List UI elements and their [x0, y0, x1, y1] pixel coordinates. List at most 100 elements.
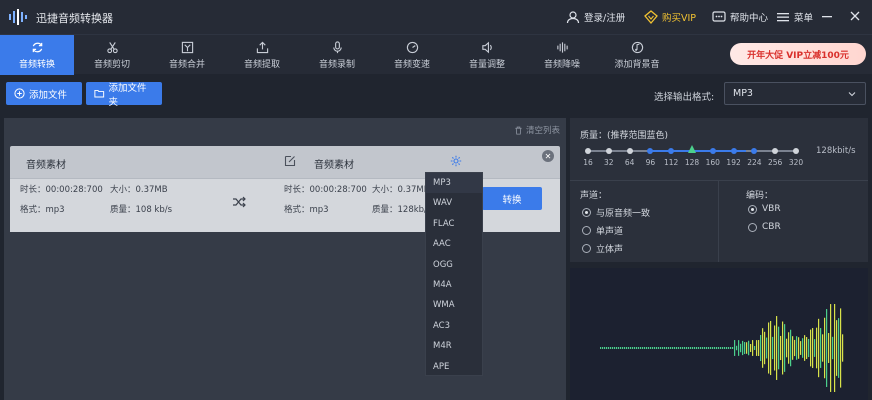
waveform-bar [752, 340, 754, 356]
tab-audio-record[interactable]: 音频录制 [300, 35, 374, 75]
encoding-option-vbr[interactable]: VBR [748, 204, 781, 214]
output-format-select[interactable]: MP3 [724, 82, 866, 105]
tab-label: 音频录制 [318, 59, 355, 70]
output-quality: 质量：128kb/s [372, 205, 432, 215]
format-option-m4r[interactable]: M4R [426, 336, 482, 356]
waveform-bar [672, 347, 674, 349]
format-option-mp3[interactable]: MP3 [426, 173, 482, 194]
quality-tick-dot[interactable] [605, 148, 612, 154]
output-file-name[interactable]: 音频素材 [314, 156, 354, 171]
tab-label: 音量调整 [468, 59, 505, 70]
add-file-label: 添加文件 [29, 89, 68, 101]
waveform-bar [736, 345, 738, 351]
waveform-bar [762, 328, 764, 368]
waveform-bar [638, 347, 640, 349]
menu-label: 菜单 [794, 13, 814, 24]
login-button[interactable]: 登录/注册 [566, 9, 625, 25]
source-quality: 质量：108 kb/s [110, 205, 173, 215]
close-icon[interactable] [848, 9, 862, 23]
gear-icon[interactable] [450, 155, 462, 167]
waveform-bar [618, 347, 620, 349]
quality-value: 128kbit/s [816, 146, 856, 156]
vip-label: 购买VIP [662, 13, 697, 24]
chat-icon [712, 11, 726, 22]
waveform-graphic [600, 304, 844, 392]
encoding-title: 编码： [746, 191, 774, 201]
quality-tick-dot[interactable] [793, 148, 799, 154]
waveform-bar [608, 347, 610, 349]
quality-tick-dot[interactable] [585, 148, 591, 154]
quality-tick-label: 96 [645, 158, 656, 167]
tab-audio-convert[interactable]: 音频转换 [0, 35, 74, 75]
waveform-bar [686, 347, 688, 349]
waveform-bar [640, 347, 642, 349]
output-size: 大小：0.37MB [372, 185, 430, 195]
waveform-bar [682, 347, 684, 349]
quality-tick-dot[interactable] [772, 148, 779, 154]
format-option-ape[interactable]: APE [426, 357, 482, 377]
waveform-bar [704, 347, 706, 349]
vip-promo-banner[interactable]: 开年大促 VIP立减100元 [730, 43, 866, 65]
convert-button[interactable]: 转换 [482, 187, 542, 210]
radio-label: 单声道 [596, 227, 624, 237]
quality-tick-dot[interactable] [668, 148, 675, 154]
radio-icon [748, 204, 757, 214]
buy-vip-button[interactable]: 购买VIP [644, 9, 696, 25]
format-option-wav[interactable]: WAV [426, 193, 482, 213]
waveform-bar [652, 347, 654, 349]
quality-tick-dot[interactable] [626, 148, 633, 154]
tab-add-background-music[interactable]: 添加背景音 [600, 35, 674, 75]
radio-icon [582, 208, 591, 217]
tab-audio-merge[interactable]: 音频合并 [150, 35, 224, 75]
quality-tick-dot[interactable] [730, 148, 737, 154]
menu-button[interactable]: 菜单 [776, 9, 813, 25]
channel-option-stereo[interactable]: 立体声 [582, 242, 623, 255]
waveform-bar [700, 347, 702, 349]
waveform-bar [668, 347, 670, 349]
format-option-flac[interactable]: FLAC [426, 214, 482, 234]
channel-option-original[interactable]: 与原音频一致 [582, 206, 650, 219]
tab-noise-reduce[interactable]: 音频降噪 [525, 35, 599, 75]
edit-icon[interactable] [284, 155, 296, 167]
quality-tick-dot[interactable] [709, 148, 716, 154]
waveform-bar [728, 347, 730, 349]
add-folder-button[interactable]: 添加文件夹 [86, 82, 162, 108]
radio-label: 立体声 [596, 245, 624, 255]
tab-volume-adjust[interactable]: 音量调整 [450, 35, 524, 75]
format-option-ac3[interactable]: AC3 [426, 316, 482, 336]
radio-icon [582, 226, 591, 235]
quality-tick-dot[interactable] [751, 148, 758, 154]
waveform-bar [744, 342, 746, 354]
quality-tick-label: 160 [705, 158, 720, 167]
format-option-ogg[interactable]: OGG [426, 255, 482, 275]
help-center-button[interactable]: 帮助中心 [712, 9, 768, 25]
format-option-wma[interactable]: WMA [426, 295, 482, 315]
waveform-bar [808, 338, 810, 358]
waveform-bar [834, 304, 836, 392]
waveform-bar [838, 318, 840, 378]
tab-label: 音频合并 [168, 59, 205, 70]
add-file-button[interactable]: 添加文件 [6, 82, 82, 105]
waveform-bar [714, 347, 716, 349]
quality-tick-dot[interactable] [647, 148, 654, 154]
quality-slider-thumb[interactable] [688, 145, 696, 153]
tab-audio-speed[interactable]: 音频变速 [375, 35, 449, 75]
waveform-bar [694, 347, 696, 349]
waveform-bar [642, 347, 644, 349]
channel-option-mono[interactable]: 单声道 [582, 224, 623, 237]
format-option-m4a[interactable]: M4A [426, 275, 482, 295]
waveform-bar [740, 343, 742, 353]
clear-list-button[interactable]: 清空列表 [514, 124, 560, 136]
encoding-option-cbr[interactable]: CBR [748, 222, 781, 232]
tab-audio-cut[interactable]: 音频剪切 [75, 35, 149, 75]
plus-circle-icon [14, 88, 25, 99]
waveform-bar [760, 334, 762, 362]
tab-audio-extract[interactable]: 音频提取 [225, 35, 299, 75]
minimize-icon[interactable] [820, 9, 834, 23]
waveform-bar [676, 347, 678, 349]
extract-icon [256, 41, 268, 53]
remove-file-button[interactable]: ✕ [542, 150, 554, 162]
waveform-bar [670, 347, 672, 349]
format-option-aac[interactable]: AAC [426, 234, 482, 254]
quality-tick-label: 112 [664, 158, 679, 167]
